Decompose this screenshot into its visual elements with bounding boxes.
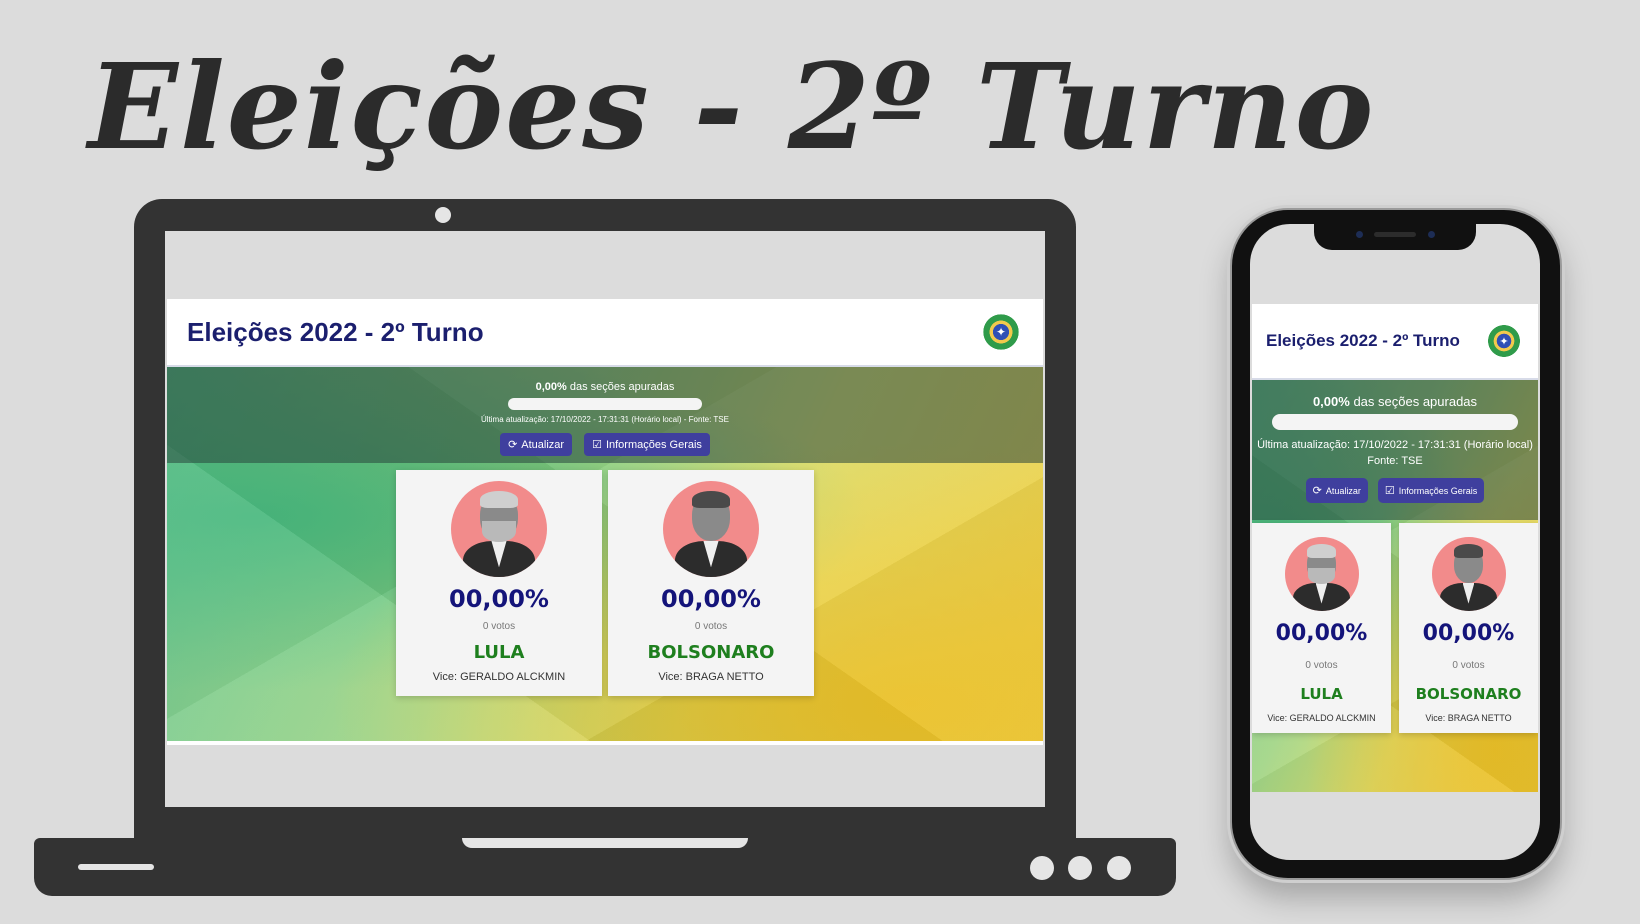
sections-suffix: das seções apuradas	[566, 381, 675, 393]
app-title: Eleições 2022 - 2º Turno	[187, 316, 484, 347]
candidate-votes: 0 votos	[482, 621, 516, 632]
laptop-screen: Eleições 2022 - 2º Turno 0,00% das seçõe…	[165, 231, 1045, 807]
candidate-vice: Vice: GERALDO ALCKMIN	[432, 671, 566, 683]
refresh-label: Atualizar	[521, 438, 565, 451]
general-info-label: Informações Gerais	[605, 438, 702, 451]
status-panel: 0,00% das seções apuradas Última atualiz…	[1252, 380, 1538, 520]
candidate-vice: Vice: BRAGA NETTO	[1425, 713, 1512, 723]
laptop-indicator-dot	[1068, 856, 1092, 880]
candidate-cards: 00,00% 0 votos LULA Vice: GERALDO ALCKMI…	[167, 470, 1043, 696]
candidate-card-bolsonaro: 00,00% 0 votos BOLSONARO Vice: BRAGA NET…	[1399, 523, 1538, 733]
app-header: Eleições 2022 - 2º Turno	[167, 299, 1043, 367]
sections-percent: 0,00%	[1312, 394, 1350, 409]
hero-title: Eleições - 2º Turno	[88, 37, 1376, 176]
phone-speaker	[1374, 232, 1416, 237]
brazil-coat-of-arms-icon	[1486, 323, 1522, 359]
candidate-percent: 00,00%	[661, 585, 761, 613]
laptop-indicator-dot	[1030, 856, 1054, 880]
phone-sensor	[1356, 231, 1363, 238]
candidate-card-lula: 00,00% 0 votos LULA Vice: GERALDO ALCKMI…	[1252, 523, 1391, 733]
bolsonaro-photo	[1431, 537, 1506, 611]
candidate-card-lula: 00,00% 0 votos LULA Vice: GERALDO ALCKMI…	[396, 470, 602, 696]
candidate-votes: 0 votos	[694, 621, 728, 632]
candidate-votes: 0 votos	[1305, 660, 1338, 671]
laptop-slot	[78, 864, 154, 870]
sections-counted-text: 0,00% das seções apuradas	[167, 381, 1043, 393]
info-box-icon: ☑	[592, 439, 602, 451]
refresh-label: Atualizar	[1325, 485, 1361, 496]
general-info-button[interactable]: ☑ Informações Gerais	[584, 433, 710, 456]
election-app-mobile: Eleições 2022 - 2º Turno 0,00% das seçõe…	[1252, 304, 1538, 792]
refresh-button[interactable]: ⟳ Atualizar	[1305, 478, 1368, 503]
sections-progress-bar	[1272, 414, 1518, 430]
candidate-votes: 0 votos	[1452, 660, 1485, 671]
last-update-text: Última atualização: 17/10/2022 - 17:31:3…	[1252, 437, 1538, 469]
lula-photo	[451, 481, 547, 577]
election-app-desktop: Eleições 2022 - 2º Turno 0,00% das seçõe…	[167, 299, 1043, 745]
candidate-percent: 00,00%	[1275, 621, 1368, 646]
phone-notch	[1314, 224, 1476, 250]
info-box-icon: ☑	[1384, 485, 1395, 497]
sections-progress-bar	[508, 398, 702, 410]
bolsonaro-photo	[663, 481, 759, 577]
phone-screen: Eleições 2022 - 2º Turno 0,00% das seçõe…	[1250, 224, 1540, 860]
sections-counted-text: 0,00% das seções apuradas	[1252, 394, 1538, 409]
candidate-card-bolsonaro: 00,00% 0 votos BOLSONARO Vice: BRAGA NET…	[608, 470, 814, 696]
action-buttons: ⟳ Atualizar ☑ Informações Gerais	[167, 433, 1043, 456]
refresh-icon: ⟳	[508, 439, 518, 451]
candidate-vice: Vice: GERALDO ALCKMIN	[1267, 713, 1376, 723]
last-update-line: Última atualização: 17/10/2022 - 17:31:3…	[1257, 439, 1533, 451]
laptop-camera	[435, 207, 451, 223]
candidate-name: BOLSONARO	[1415, 685, 1522, 703]
brazil-coat-of-arms-icon	[981, 312, 1021, 352]
general-info-label: Informações Gerais	[1398, 485, 1478, 496]
refresh-icon: ⟳	[1312, 485, 1322, 497]
sections-percent: 0,00%	[535, 381, 567, 393]
source-line: Fonte: TSE	[1367, 455, 1423, 467]
laptop-hinge-notch	[462, 838, 748, 848]
app-title: Eleições 2022 - 2º Turno	[1266, 331, 1460, 350]
candidate-name: BOLSONARO	[647, 642, 775, 663]
general-info-button[interactable]: ☑ Informações Gerais	[1377, 478, 1485, 503]
candidate-vice: Vice: BRAGA NETTO	[658, 671, 764, 683]
sections-suffix: das seções apuradas	[1349, 394, 1478, 409]
app-header: Eleições 2022 - 2º Turno	[1252, 304, 1538, 380]
status-panel: 0,00% das seções apuradas Última atualiz…	[167, 367, 1043, 463]
lula-photo	[1284, 537, 1359, 611]
app-body: 0,00% das seções apuradas Última atualiz…	[1252, 380, 1538, 792]
candidate-percent: 00,00%	[1422, 621, 1515, 646]
candidate-percent: 00,00%	[449, 585, 549, 613]
last-update-text: Última atualização: 17/10/2022 - 17:31:3…	[481, 415, 729, 424]
action-buttons: ⟳ Atualizar ☑ Informações Gerais	[1252, 478, 1538, 503]
candidate-cards: 00,00% 0 votos LULA Vice: GERALDO ALCKMI…	[1252, 523, 1538, 733]
laptop-indicator-dot	[1107, 856, 1131, 880]
app-body: 0,00% das seções apuradas Última atualiz…	[167, 367, 1043, 741]
candidate-name: LULA	[1300, 685, 1343, 703]
phone-camera	[1428, 231, 1435, 238]
refresh-button[interactable]: ⟳ Atualizar	[500, 433, 573, 456]
candidate-name: LULA	[473, 642, 525, 663]
